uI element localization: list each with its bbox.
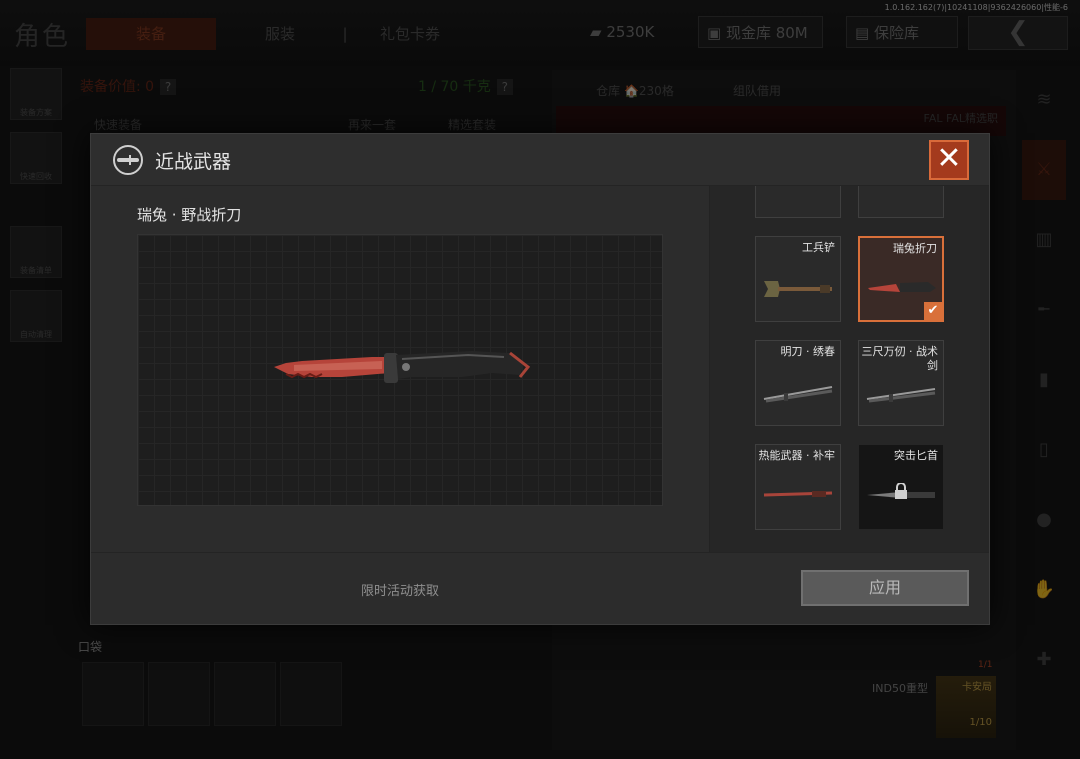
footer-divider	[91, 552, 989, 553]
apply-button[interactable]: 应用	[801, 570, 969, 606]
weapon-card-label: 三尺万仞 · 战术剑	[861, 345, 939, 372]
dialog-header: 近战武器 ✕	[91, 134, 989, 186]
weapon-card-hidden[interactable]	[755, 186, 841, 218]
melee-weapon-dialog: 近战武器 ✕ 瑞兔 · 野战折刀 工兵铲 瑞兔折刀 ✔ 明刀 · 绣春 三尺万仞…	[90, 133, 990, 625]
weapon-card-assault-dagger[interactable]: 突击匕首	[858, 444, 944, 530]
weapon-preview	[137, 234, 663, 506]
sword-pair-icon	[763, 386, 833, 403]
weapon-card-label: 热能武器 · 补牢	[758, 449, 836, 462]
selected-check-icon: ✔	[924, 302, 942, 320]
weapon-card-label: 明刀 · 绣春	[780, 345, 836, 358]
weapon-card-label: 瑞兔折刀	[893, 242, 937, 255]
weapon-card-tactical-sword[interactable]: 三尺万仞 · 战术剑	[858, 340, 944, 426]
acquisition-note: 限时活动获取	[360, 584, 439, 599]
weapon-card-label: 工兵铲	[802, 241, 835, 254]
close-icon: ✕	[936, 141, 962, 176]
shovel-icon	[764, 281, 832, 297]
sword-pair-icon	[866, 388, 936, 403]
knife-preview-image	[274, 351, 531, 383]
lock-icon	[895, 483, 907, 499]
weapon-card-label: 突击匕首	[894, 449, 938, 462]
weapon-card-rabbit-knife[interactable]: 瑞兔折刀 ✔	[858, 236, 944, 322]
red-blade-icon	[763, 491, 833, 497]
melee-weapon-icon	[113, 145, 143, 175]
dialog-title: 近战武器	[155, 151, 232, 173]
weapon-card-shovel[interactable]: 工兵铲	[755, 236, 841, 322]
weapon-card-mingdao[interactable]: 明刀 · 绣春	[755, 340, 841, 426]
weapon-list[interactable]: 工兵铲 瑞兔折刀 ✔ 明刀 · 绣春 三尺万仞 · 战术剑 热能武器 · 补牢 …	[710, 186, 989, 552]
close-button[interactable]: ✕	[929, 140, 969, 180]
weapon-card-thermal-blade[interactable]: 热能武器 · 补牢	[755, 444, 841, 530]
preview-item-name: 瑞兔 · 野战折刀	[137, 206, 242, 224]
weapon-card-hidden[interactable]	[858, 186, 944, 218]
red-knife-icon	[868, 282, 936, 292]
